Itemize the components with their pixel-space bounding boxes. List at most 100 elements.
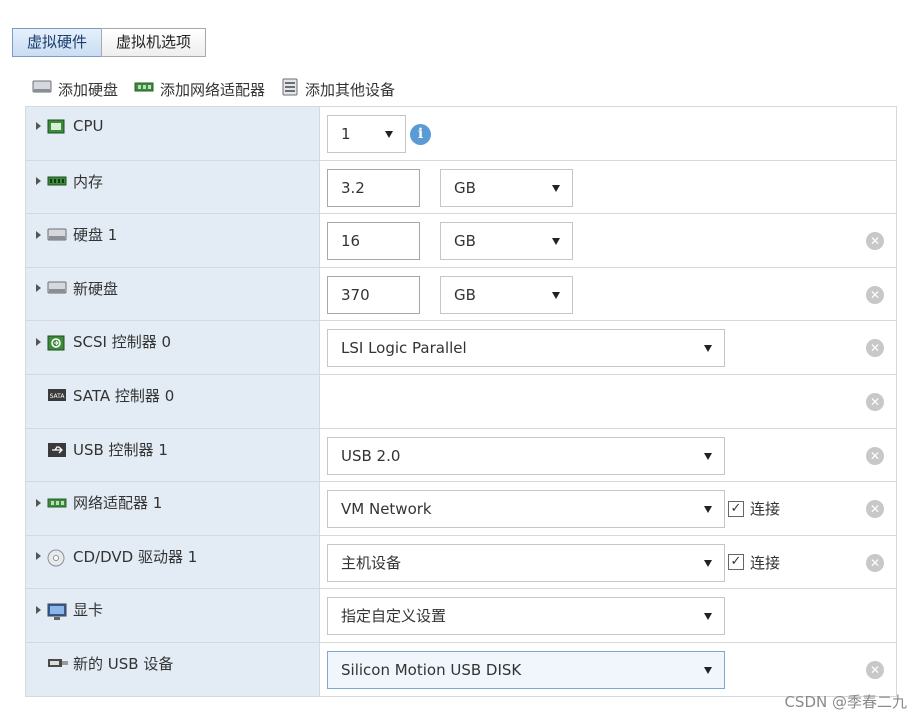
expand-caret-icon[interactable] bbox=[36, 552, 41, 561]
expand-caret-icon[interactable] bbox=[36, 498, 41, 507]
row-label: USB 控制器 1 bbox=[73, 440, 168, 459]
display-icon bbox=[47, 603, 67, 620]
expand-caret-icon[interactable] bbox=[36, 230, 41, 239]
row-label: 新硬盘 bbox=[73, 279, 119, 298]
tab-vm-options[interactable]: 虚拟机选项 bbox=[101, 28, 207, 57]
row-label: CD/DVD 驱动器 1 bbox=[73, 547, 198, 566]
row-new-hard-disk: 新硬盘 370 GB ✕ bbox=[26, 267, 896, 322]
row-cd-dvd-drive: CD/DVD 驱动器 1 主机设备 ✓ 连接 ✕ bbox=[26, 535, 896, 590]
usb-version-select[interactable]: USB 2.0 bbox=[327, 436, 725, 475]
row-label-cell: USB 控制器 1 bbox=[26, 428, 320, 482]
chevron-down-icon bbox=[704, 345, 712, 353]
network-select[interactable]: VM Network bbox=[327, 490, 725, 529]
usb-controller-icon bbox=[47, 442, 66, 458]
new-disk-unit-select[interactable]: GB bbox=[440, 275, 573, 314]
remove-device-icon[interactable]: ✕ bbox=[866, 232, 884, 251]
chevron-down-icon bbox=[704, 666, 712, 674]
video-settings-select[interactable]: 指定自定义设置 bbox=[327, 597, 725, 636]
row-label: 新的 USB 设备 bbox=[73, 654, 174, 673]
row-label: 显卡 bbox=[73, 601, 104, 620]
hard-disk-icon bbox=[32, 79, 52, 99]
chevron-down-icon bbox=[704, 559, 712, 567]
cpu-icon bbox=[47, 119, 65, 134]
other-device-icon bbox=[281, 78, 299, 100]
hardware-table: CPU 1 i 内存 3.2 GB 硬盘 1 16 GB ✕ 新硬盘 370 G… bbox=[25, 106, 897, 697]
add-other-device-label: 添加其他设备 bbox=[305, 80, 396, 99]
memory-size-input[interactable]: 3.2 bbox=[327, 168, 420, 207]
cpu-count-select[interactable]: 1 bbox=[327, 115, 406, 153]
row-network-adapter: 网络适配器 1 VM Network ✓ 连接 ✕ bbox=[26, 482, 896, 536]
memory-unit-select[interactable]: GB bbox=[440, 168, 573, 207]
row-usb-controller: USB 控制器 1 USB 2.0 ✕ bbox=[26, 428, 896, 483]
new-disk-size-input[interactable]: 370 bbox=[327, 275, 420, 314]
chevron-down-icon bbox=[704, 506, 712, 514]
scsi-type-select[interactable]: LSI Logic Parallel bbox=[327, 329, 725, 368]
remove-device-icon[interactable]: ✕ bbox=[866, 553, 884, 572]
memory-icon bbox=[47, 174, 67, 188]
row-scsi-controller: SCSI 控制器 0 LSI Logic Parallel ✕ bbox=[26, 321, 896, 375]
row-label-cell[interactable]: 内存 bbox=[26, 160, 320, 214]
connect-checkbox[interactable]: ✓ 连接 bbox=[728, 552, 780, 573]
remove-device-icon[interactable]: ✕ bbox=[866, 285, 884, 304]
chevron-down-icon bbox=[704, 452, 712, 460]
expand-caret-icon[interactable] bbox=[36, 605, 41, 614]
row-memory: 内存 3.2 GB bbox=[26, 160, 896, 215]
chevron-down-icon bbox=[552, 238, 560, 246]
expand-caret-icon[interactable] bbox=[36, 122, 41, 130]
row-label-cell[interactable]: 网络适配器 1 bbox=[26, 482, 320, 535]
network-adapter-icon bbox=[47, 496, 67, 510]
remove-device-icon[interactable]: ✕ bbox=[866, 660, 884, 679]
chevron-down-icon bbox=[552, 184, 560, 192]
add-other-device-button[interactable]: 添加其他设备 bbox=[281, 78, 395, 100]
row-label: CPU bbox=[73, 117, 104, 135]
checkbox-checked-icon[interactable]: ✓ bbox=[728, 554, 744, 571]
expand-caret-icon[interactable] bbox=[36, 177, 41, 186]
row-label: 网络适配器 1 bbox=[73, 494, 163, 513]
expand-caret-icon[interactable] bbox=[36, 284, 41, 293]
row-label: SCSI 控制器 0 bbox=[73, 333, 172, 352]
row-cpu: CPU 1 i bbox=[26, 107, 896, 161]
cd-dvd-icon bbox=[47, 549, 65, 567]
row-label: 内存 bbox=[73, 172, 104, 191]
remove-device-icon[interactable]: ✕ bbox=[866, 500, 884, 519]
row-label: SATA 控制器 0 bbox=[73, 386, 175, 405]
tab-virtual-hardware[interactable]: 虚拟硬件 bbox=[12, 28, 103, 57]
usb-device-icon bbox=[47, 656, 68, 670]
add-hard-disk-label: 添加硬盘 bbox=[58, 80, 119, 99]
row-label-cell: SATA SATA 控制器 0 bbox=[26, 374, 320, 428]
sata-controller-icon: SATA bbox=[47, 388, 66, 402]
disk-unit-select[interactable]: GB bbox=[440, 222, 573, 261]
remove-device-icon[interactable]: ✕ bbox=[866, 339, 884, 358]
row-label-cell[interactable]: CD/DVD 驱动器 1 bbox=[26, 535, 320, 589]
chevron-down-icon bbox=[704, 613, 712, 621]
remove-device-icon[interactable]: ✕ bbox=[866, 446, 884, 465]
checkbox-checked-icon[interactable]: ✓ bbox=[728, 500, 744, 517]
disk-size-input[interactable]: 16 bbox=[327, 222, 420, 261]
add-network-adapter-button[interactable]: 添加网络适配器 bbox=[134, 79, 265, 100]
expand-caret-icon[interactable] bbox=[36, 337, 41, 346]
info-icon[interactable]: i bbox=[410, 124, 431, 145]
row-new-usb-device: 新的 USB 设备 Silicon Motion USB DISK ✕ bbox=[26, 642, 896, 697]
network-adapter-icon bbox=[134, 80, 154, 98]
chevron-down-icon bbox=[385, 131, 393, 138]
tab-bar: 虚拟硬件 虚拟机选项 bbox=[12, 28, 207, 57]
scsi-controller-icon bbox=[47, 335, 65, 351]
remove-device-icon[interactable]: ✕ bbox=[866, 392, 884, 411]
cd-dvd-source-select[interactable]: 主机设备 bbox=[327, 543, 725, 582]
chevron-down-icon bbox=[552, 291, 560, 299]
hard-disk-icon bbox=[47, 228, 67, 242]
add-network-adapter-label: 添加网络适配器 bbox=[160, 80, 266, 99]
row-sata-controller: SATA SATA 控制器 0 ✕ bbox=[26, 374, 896, 429]
row-label-cell[interactable]: 硬盘 1 bbox=[26, 214, 320, 267]
hard-disk-icon bbox=[47, 281, 67, 295]
add-hard-disk-button[interactable]: 添加硬盘 bbox=[32, 79, 118, 100]
connect-checkbox[interactable]: ✓ 连接 bbox=[728, 498, 780, 519]
usb-device-select[interactable]: Silicon Motion USB DISK bbox=[327, 650, 725, 689]
device-toolbar: 添加硬盘 添加网络适配器 添加其他设备 bbox=[32, 78, 411, 100]
row-label-cell[interactable]: SCSI 控制器 0 bbox=[26, 321, 320, 374]
watermark: CSDN @季春二九 bbox=[784, 693, 907, 711]
row-label-cell[interactable]: CPU bbox=[26, 107, 320, 160]
row-label-cell[interactable]: 显卡 bbox=[26, 589, 320, 642]
row-label-cell[interactable]: 新硬盘 bbox=[26, 267, 320, 321]
row-label: 硬盘 1 bbox=[73, 226, 118, 245]
